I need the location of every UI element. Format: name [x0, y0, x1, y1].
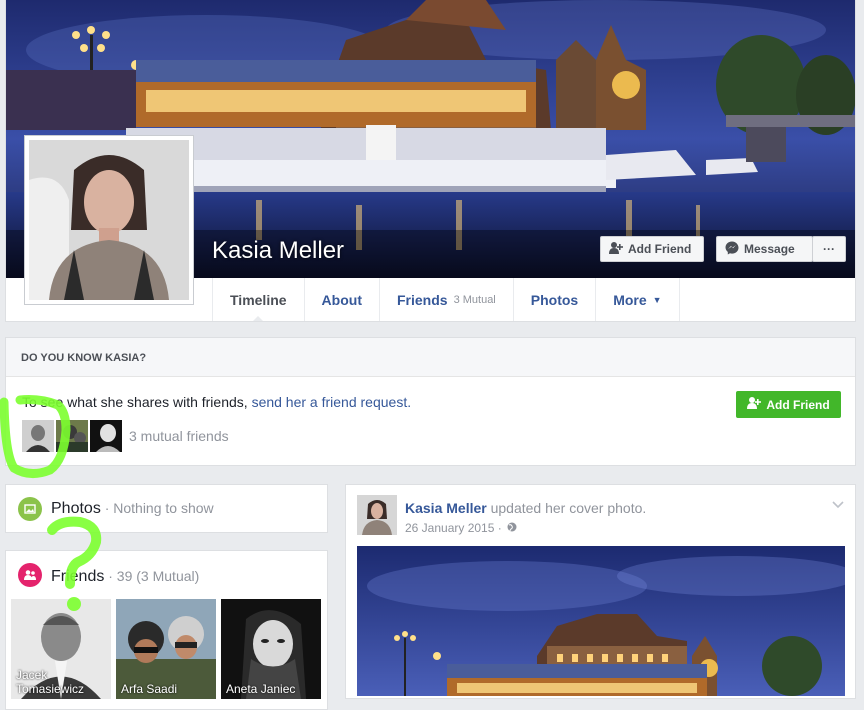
send-friend-request-link[interactable]: send her a friend request. — [252, 394, 412, 410]
mutual-friend-thumb[interactable] — [90, 420, 122, 452]
photos-subtitle: · Nothing to show — [100, 500, 214, 516]
add-friend-label: Add Friend — [628, 242, 692, 256]
caret-down-icon: ▼ — [652, 295, 662, 305]
mutual-friend-thumb[interactable] — [22, 420, 54, 452]
globe-icon — [507, 521, 517, 535]
add-friend-button[interactable]: Add Friend — [600, 236, 704, 262]
mutual-friends-thumbnails — [22, 420, 122, 452]
tab-photos[interactable]: Photos — [512, 278, 595, 321]
more-options-button[interactable]: ··· — [812, 236, 846, 262]
cover-photo-post: Kasia Meller updated her cover photo. 26… — [345, 484, 856, 699]
post-header: Kasia Meller updated her cover photo. — [405, 500, 646, 516]
friend-name: Aneta Janiec — [226, 682, 296, 696]
tab-friends-mutual-count: 3 Mutual — [453, 294, 496, 306]
tab-about[interactable]: About — [303, 278, 379, 321]
add-friend-primary-button[interactable]: Add Friend — [736, 391, 841, 418]
friends-card: Friends · 39 (3 Mutual) Jacek Tomasiewic… — [5, 550, 328, 710]
add-friend-icon — [609, 241, 623, 257]
tab-photos-label: Photos — [530, 292, 579, 308]
add-friend-primary-label: Add Friend — [766, 397, 830, 412]
friend-name: Arfa Saadi — [121, 682, 178, 696]
friend-tile[interactable]: Arfa Saadi — [116, 599, 216, 699]
post-date[interactable]: 26 January 2015 · — [405, 521, 502, 535]
message-label: Message — [744, 242, 795, 256]
mutual-friend-thumb[interactable] — [56, 420, 88, 452]
friend-request-prompt: To see what she shares with friends, sen… — [22, 394, 411, 410]
friend-tile[interactable]: Jacek Tomasiewicz — [11, 599, 111, 699]
friends-title[interactable]: Friends — [51, 568, 104, 585]
message-button[interactable]: Message — [716, 236, 813, 262]
tab-more[interactable]: More ▼ — [595, 278, 680, 321]
messenger-icon — [725, 241, 739, 258]
post-action-text: updated her cover photo. — [486, 500, 647, 516]
photos-icon — [18, 497, 42, 521]
friend-name: Jacek Tomasiewicz — [16, 668, 85, 696]
photos-card: Photos · Nothing to show — [5, 484, 328, 533]
post-author-link[interactable]: Kasia Meller — [405, 500, 487, 516]
tab-friends[interactable]: Friends 3 Mutual — [378, 278, 513, 321]
post-meta: 26 January 2015 · — [405, 521, 517, 535]
friends-subtitle: · 39 (3 Mutual) — [104, 568, 200, 584]
add-friend-icon — [747, 397, 762, 412]
post-author-avatar[interactable] — [357, 495, 397, 535]
tab-friends-label: Friends — [396, 292, 448, 308]
do-you-know-header: DO YOU KNOW KASIA? — [6, 338, 855, 377]
friend-request-text: To see what she shares with friends, — [22, 394, 252, 410]
tab-more-label: More — [613, 292, 647, 308]
profile-tabs: Timeline About Friends 3 Mutual Photos Mo… — [212, 278, 680, 321]
friends-heading: Friends · 39 (3 Mutual) — [51, 568, 199, 586]
profile-header: Kasia Meller Add Friend Message ··· Time… — [5, 0, 856, 322]
photos-title[interactable]: Photos — [51, 500, 101, 517]
do-you-know-title: DO YOU KNOW KASIA? — [21, 352, 147, 364]
profile-name: Kasia Meller — [212, 237, 345, 264]
mutual-friends-count[interactable]: 3 mutual friends — [129, 428, 229, 444]
post-options-chevron-icon[interactable] — [832, 497, 844, 512]
post-image[interactable] — [357, 546, 845, 696]
tab-timeline[interactable]: Timeline — [212, 278, 304, 321]
more-dots-icon: ··· — [823, 242, 835, 256]
tab-about-label: About — [321, 292, 362, 308]
friend-tile[interactable]: Aneta Janiec — [221, 599, 321, 699]
profile-picture[interactable] — [24, 135, 194, 305]
photos-heading: Photos · Nothing to show — [51, 500, 214, 518]
do-you-know-card: DO YOU KNOW KASIA? To see what she share… — [5, 337, 856, 466]
tab-timeline-label: Timeline — [230, 292, 287, 308]
friends-grid: Jacek Tomasiewicz Arfa Saadi Aneta Janie… — [11, 599, 321, 699]
friends-icon — [18, 563, 42, 587]
